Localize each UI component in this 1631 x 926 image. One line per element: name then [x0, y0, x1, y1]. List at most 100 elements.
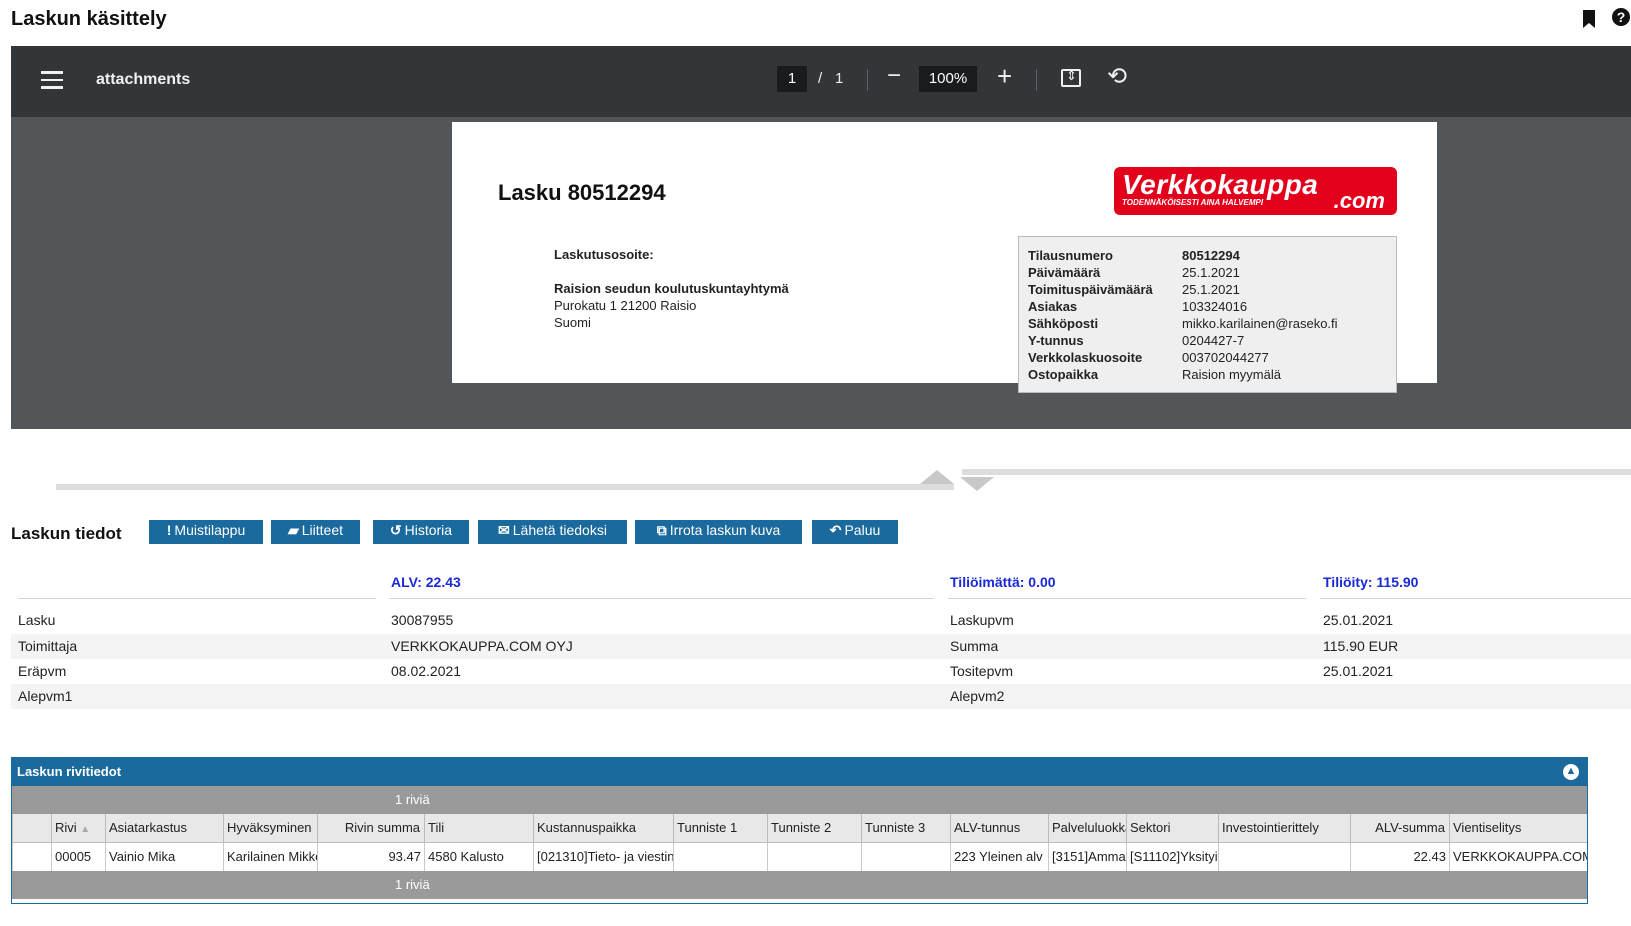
alepvm2-label: Alepvm2 [950, 688, 1005, 704]
section-title: Laskun tiedot [11, 524, 122, 543]
invoice-lines-grid: Laskun rivitiedot ▲ 1 riviä Rivi ▲ Asiat… [11, 757, 1588, 904]
erapvm-label: Eräpvm [18, 663, 67, 679]
column-header-alv-tunnus[interactable]: ALV-tunnus [950, 814, 1048, 842]
collapse-icon[interactable]: ▲ [1563, 764, 1579, 780]
verkkokauppa-logo: Verkkokauppa .com TODENNÄKÖISESTI AINA H… [1114, 167, 1397, 215]
tilioity-summary: Tiliöity: 115.90 [1323, 574, 1419, 590]
column-header-hyvaksyminen[interactable]: Hyväksyminen [223, 814, 317, 842]
return-icon: ↶ [829, 522, 842, 538]
button-label: Irrota laskun kuva [669, 522, 781, 538]
tilioimatta-summary: Tiliöimättä: 0.00 [950, 574, 1056, 590]
zoom-level-input[interactable]: 100% [919, 66, 977, 92]
column-header-sektori[interactable]: Sektori [1126, 814, 1218, 842]
splitter-track-right[interactable] [962, 469, 1631, 475]
button-label: Paluu [844, 522, 881, 538]
tositepvm-value: 25.01.2021 [1323, 663, 1394, 679]
laskupvm-value: 25.01.2021 [1323, 612, 1394, 628]
info-key: Ostopaikka [1028, 367, 1099, 382]
logo-main-text: Verkkokauppa [1122, 169, 1319, 200]
splitter-down-arrow-icon[interactable] [960, 477, 994, 491]
fit-page-icon[interactable] [1061, 68, 1081, 87]
page-total: 1 [835, 70, 844, 87]
info-value: 80512294 [1182, 248, 1240, 263]
muistilappu-button[interactable]: ! Muistilappu [149, 520, 263, 544]
liitteet-button[interactable]: ▰ Liitteet [271, 520, 360, 544]
lasku-label: Lasku [18, 612, 56, 628]
cell-rivin-summa: 93.47 [317, 843, 424, 871]
info-value: 103324016 [1182, 299, 1248, 314]
column-header-tunniste-1[interactable]: Tunniste 1 [673, 814, 767, 842]
erapvm-value: 08.02.2021 [391, 663, 462, 679]
info-value: 25.1.2021 [1182, 265, 1240, 280]
column-header-kustannuspaikka[interactable]: Kustannuspaikka [533, 814, 673, 842]
column-header-palveluluokka[interactable]: Palveluluokka [1048, 814, 1126, 842]
cell-kustannuspaikka: [021310]Tieto- ja viestintä [533, 843, 673, 871]
column-header-tili[interactable]: Tili [424, 814, 533, 842]
detach-icon: ⧉ [656, 522, 667, 538]
cell-hyvaksyminen: Karilainen Mikko [223, 843, 317, 871]
page-separator: / [818, 70, 823, 87]
column-header-vientiselitys[interactable]: Vientiselitys [1449, 814, 1587, 842]
column-header-rivin-summa[interactable]: Rivin summa [317, 814, 424, 842]
summa-label: Summa [950, 638, 999, 654]
table-row[interactable]: 00005 Vainio Mika Karilainen Mikko 93.47… [12, 843, 1587, 871]
column-header-tunniste-3[interactable]: Tunniste 3 [861, 814, 950, 842]
info-key: Asiakas [1028, 299, 1078, 314]
divider [389, 598, 934, 599]
order-info-box: Tilausnumero 80512294 Päivämäärä 25.1.2021… [1018, 236, 1397, 393]
divider [1320, 598, 1631, 599]
bookmark-icon[interactable] [1582, 10, 1596, 33]
info-value: 003702044277 [1182, 350, 1269, 365]
help-icon[interactable]: ? [1612, 8, 1630, 26]
billing-country: Suomi [554, 315, 591, 330]
history-icon: ↺ [389, 522, 402, 538]
row-stripe [11, 684, 1631, 709]
menu-icon[interactable] [41, 71, 63, 89]
row-cell [12, 843, 51, 871]
lasku-value: 30087955 [391, 612, 454, 628]
zoom-in-button[interactable]: + [997, 61, 1012, 92]
info-value: mikko.karilainen@raseko.fi [1182, 316, 1338, 331]
column-header-investointierittely[interactable]: Investointierittely [1218, 814, 1350, 842]
info-key: Sähköposti [1028, 316, 1099, 331]
button-label: Historia [404, 522, 453, 538]
viewer-title: attachments [96, 71, 191, 88]
toolbar-divider [867, 69, 868, 91]
logo-tagline: TODENNÄKÖISESTI AINA HALVEMPI [1122, 198, 1264, 207]
column-header-rivi[interactable]: Rivi ▲ [51, 814, 105, 842]
splitter-up-arrow-icon[interactable] [920, 470, 954, 484]
splitter-track-left[interactable] [56, 484, 954, 490]
zoom-out-button[interactable]: − [887, 62, 901, 90]
row-count: 1 riviä [395, 877, 430, 892]
info-value: 25.1.2021 [1182, 282, 1240, 297]
column-header-asiatarkastus[interactable]: Asiatarkastus [105, 814, 223, 842]
button-label: Liitteet [301, 522, 344, 538]
grid-title: Laskun rivitiedot [17, 764, 122, 779]
button-label: Lähetä tiedoksi [512, 522, 607, 538]
info-key: Päivämäärä [1028, 265, 1101, 280]
toimittaja-label: Toimittaja [18, 638, 78, 654]
cell-asiatarkastus: Vainio Mika [105, 843, 223, 871]
cell-alv-tunnus: 223 Yleinen alv [950, 843, 1048, 871]
toolbar-divider [1036, 69, 1037, 91]
page-number-input[interactable]: 1 [777, 66, 807, 92]
cell-vientiselitys: VERKKOKAUPPA.COM OYJ [1449, 843, 1587, 871]
billing-name: Raision seudun koulutuskuntayhtymä [554, 281, 789, 296]
invoice-title: Lasku 80512294 [498, 180, 666, 205]
grid-count-bar: 1 riviä [12, 786, 1587, 814]
historia-button[interactable]: ↺ Historia [373, 520, 469, 544]
paluu-button[interactable]: ↶ Paluu [812, 520, 898, 544]
info-key: Toimituspäivämäärä [1028, 282, 1153, 297]
billing-label: Laskutusosoite: [554, 247, 654, 262]
column-header[interactable] [12, 814, 51, 842]
rotate-icon[interactable]: ⟲ [1107, 62, 1127, 91]
viewer-toolbar: attachments 1 / 1 − 100% + ⟲ [11, 46, 1631, 117]
divider [948, 598, 1306, 599]
cell-sektori: [S11102]Yksityinen [1126, 843, 1218, 871]
cell-rivi: 00005 [51, 843, 105, 871]
alepvm1-label: Alepvm1 [18, 688, 73, 704]
column-header-alv-summa[interactable]: ALV-summa [1350, 814, 1449, 842]
laheta-tiedoksi-button[interactable]: ✉ Lähetä tiedoksi [478, 520, 627, 544]
column-header-tunniste-2[interactable]: Tunniste 2 [767, 814, 861, 842]
irrota-laskun-kuva-button[interactable]: ⧉ Irrota laskun kuva [635, 520, 802, 544]
